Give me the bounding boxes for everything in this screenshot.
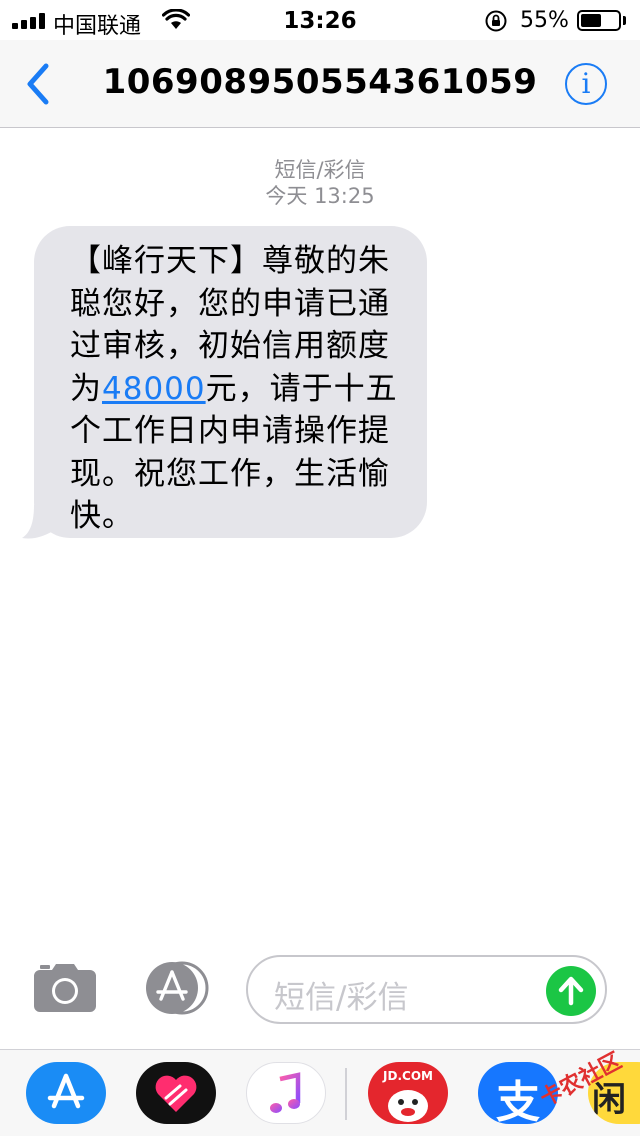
app-store-app-button[interactable] xyxy=(26,1062,106,1124)
info-button[interactable]: i xyxy=(565,63,607,105)
battery-icon xyxy=(577,10,621,31)
input-placeholder: 短信/彩信 xyxy=(274,980,409,1016)
message-line: 现。祝您工作，生活愉 xyxy=(70,455,390,492)
camera-icon xyxy=(34,964,96,1012)
conversation-header: 106908950554361059 i xyxy=(0,40,640,128)
message-line: 快。 xyxy=(70,498,134,534)
heart-icon xyxy=(155,1075,197,1112)
contact-number[interactable]: 106908950554361059 xyxy=(0,62,640,102)
arrow-up-icon xyxy=(558,976,584,1006)
message-line: 聪您好，您的申请已通 xyxy=(70,285,390,322)
digital-touch-app-button[interactable] xyxy=(136,1062,216,1124)
drawer-divider xyxy=(345,1068,347,1120)
credit-amount-link[interactable]: 48000 xyxy=(102,371,206,407)
status-bar: 中国联通 13:26 55% xyxy=(0,0,640,40)
message-text: 元，请于十五 xyxy=(205,370,398,407)
message-timestamp: 今天 13:25 xyxy=(265,184,375,208)
incoming-message-bubble[interactable]: 【峰行天下】尊敬的朱 聪您好，您的申请已通 过审核，初始信用额度 为48000元… xyxy=(34,226,427,538)
message-line: 【峰行天下】尊敬的朱 xyxy=(70,243,390,279)
info-icon: i xyxy=(581,67,591,100)
send-button[interactable] xyxy=(546,966,596,1016)
app-store-button[interactable] xyxy=(140,961,212,1019)
orientation-lock-icon xyxy=(485,10,507,32)
music-app-button[interactable] xyxy=(246,1062,326,1124)
battery-percent: 55% xyxy=(520,8,569,33)
music-note-icon xyxy=(270,1072,301,1113)
camera-button[interactable] xyxy=(32,962,98,1016)
message-line: 为48000元，请于十五 xyxy=(70,368,407,411)
battery-tip xyxy=(623,16,626,25)
battery-level-fill xyxy=(581,14,601,27)
app-store-icon xyxy=(47,1073,85,1109)
message-input[interactable]: 短信/彩信 xyxy=(246,955,607,1024)
message-text: 为 xyxy=(70,370,102,407)
app-store-icon xyxy=(146,961,209,1015)
jd-app-button[interactable]: JD.COM xyxy=(368,1062,448,1124)
jd-mascot-icon xyxy=(388,1090,428,1122)
message-line: 个工作日内申请操作提 xyxy=(70,413,390,449)
message-line: 过审核，初始信用额度 xyxy=(70,328,390,364)
